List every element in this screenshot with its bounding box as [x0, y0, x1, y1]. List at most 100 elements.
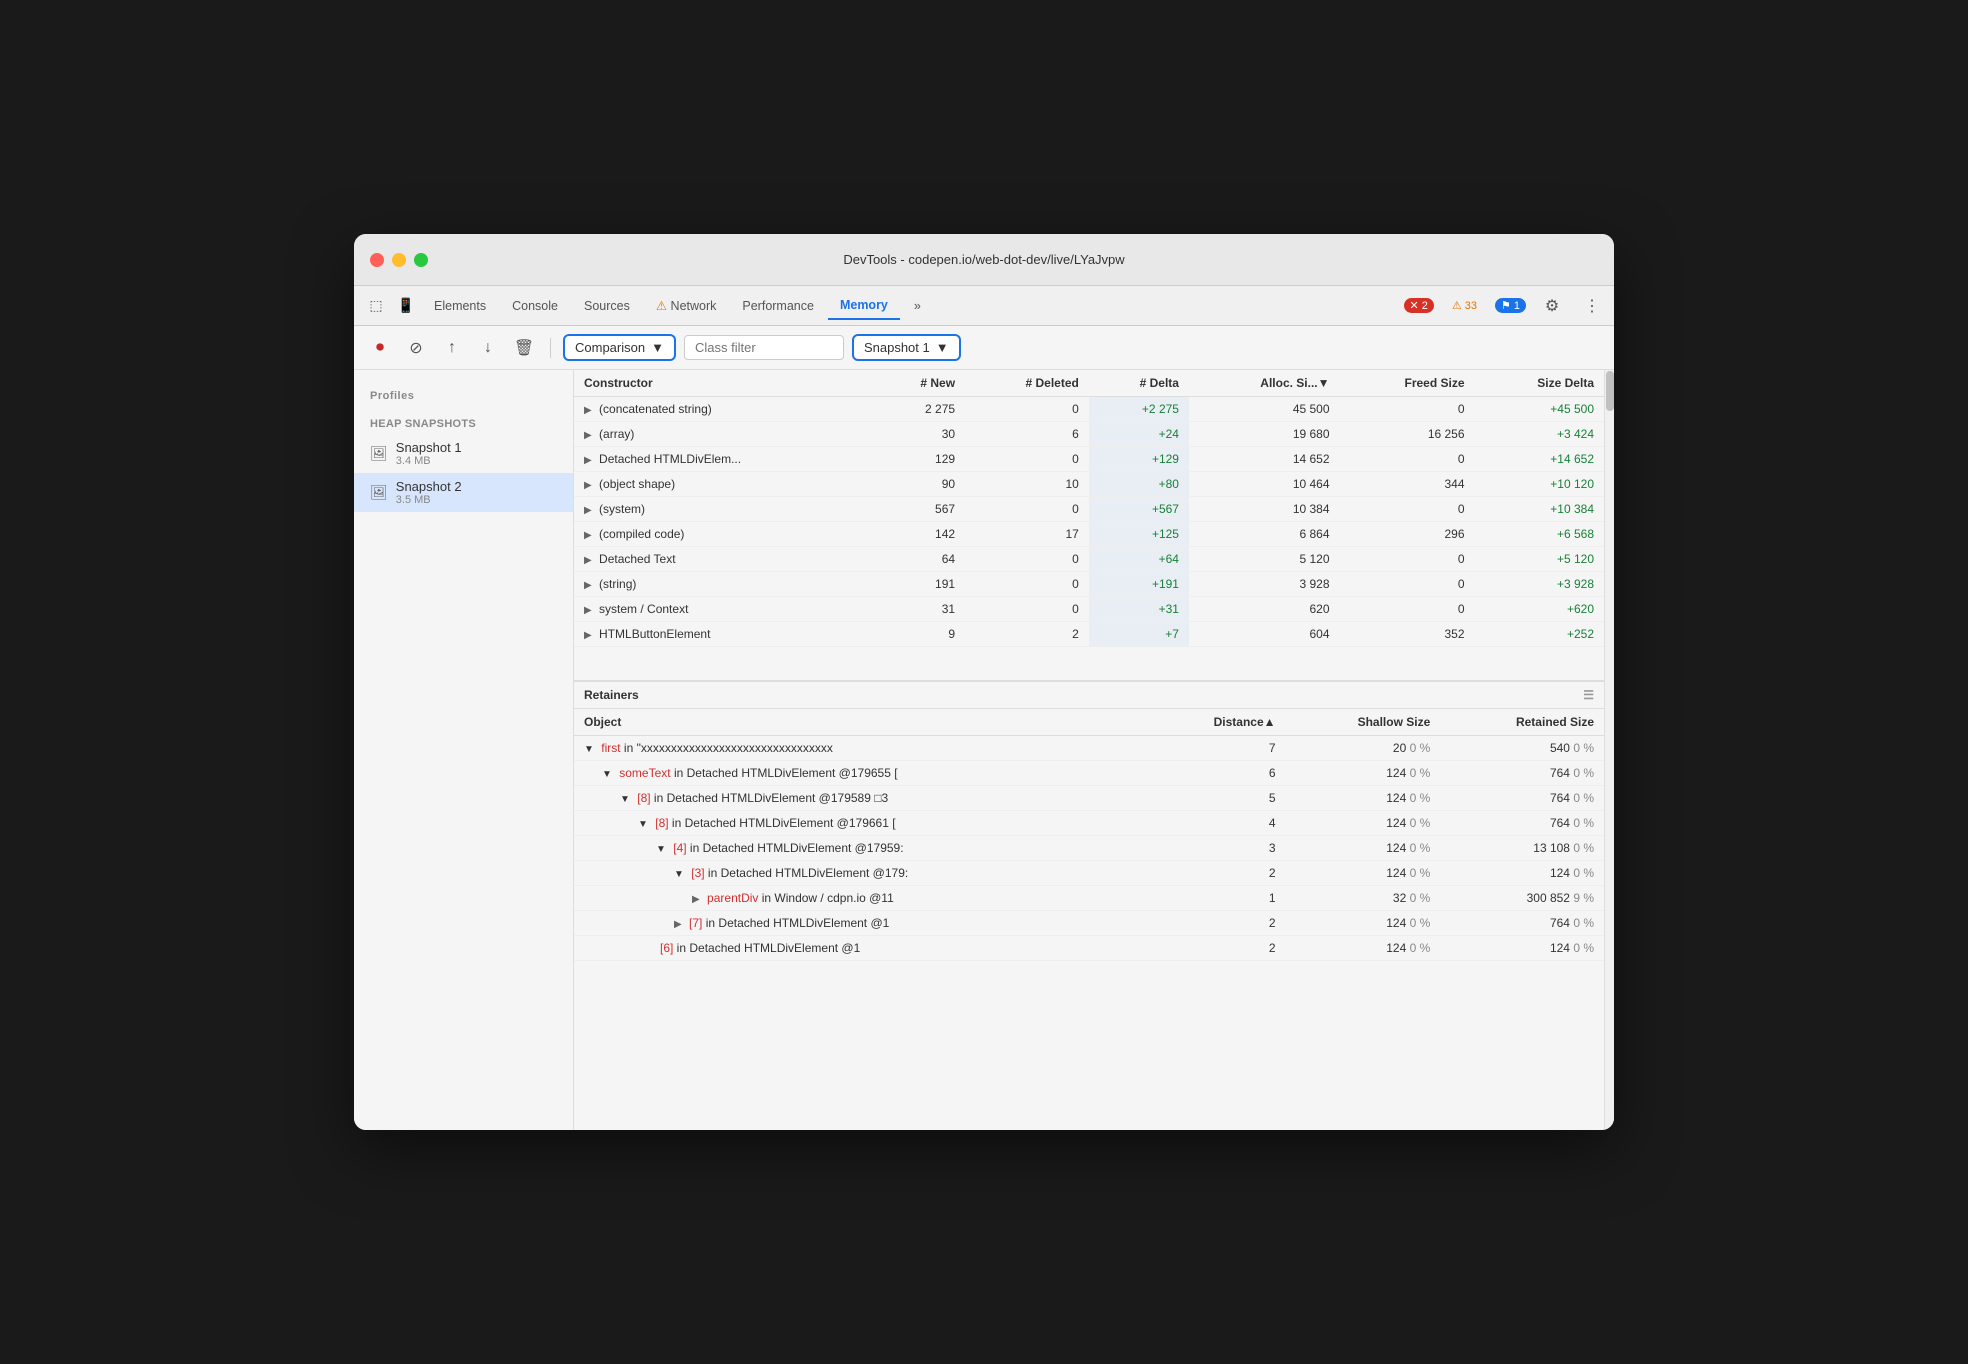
cell-deleted: 2: [965, 622, 1089, 647]
cell-size-delta: +3 424: [1475, 422, 1604, 447]
cell-constructor: ▶ (object shape): [574, 472, 873, 497]
expand-ret-icon[interactable]: ▶: [674, 919, 682, 930]
expand-ret-icon[interactable]: ▼: [638, 819, 648, 830]
tab-memory[interactable]: Memory: [828, 292, 900, 320]
cell-alloc: 45 500: [1189, 397, 1340, 422]
expand-icon[interactable]: ▶: [584, 630, 592, 641]
cell-deleted: 0: [965, 597, 1089, 622]
expand-icon[interactable]: ▶: [584, 405, 592, 416]
expand-icon[interactable]: ▶: [584, 505, 592, 516]
comparison-label: Comparison: [575, 340, 645, 355]
tab-sources[interactable]: Sources: [572, 293, 642, 319]
ret-cell-distance: 7: [1149, 736, 1286, 761]
cell-alloc: 620: [1189, 597, 1340, 622]
scrollbar-thumb[interactable]: [1606, 371, 1614, 411]
retainers-header: Retainers ☰: [574, 680, 1604, 709]
expand-ret-icon[interactable]: ▼: [620, 794, 630, 805]
cell-constructor: ▶ HTMLButtonElement: [574, 622, 873, 647]
scrollbar-track[interactable]: [1604, 370, 1614, 1130]
ret-cell-shallow: 124 0 %: [1286, 811, 1441, 836]
upload-button[interactable]: ↑: [438, 334, 466, 362]
retainers-row: ▼ first in "xxxxxxxxxxxxxxxxxxxxxxxxxxxx…: [574, 736, 1604, 761]
cell-alloc: 10 464: [1189, 472, 1340, 497]
comparison-dropdown[interactable]: Comparison ▼: [563, 334, 676, 361]
cell-deleted: 0: [965, 397, 1089, 422]
ret-keyword: someText: [619, 766, 670, 780]
ret-keyword: parentDiv: [707, 891, 758, 905]
cell-freed: 16 256: [1340, 422, 1475, 447]
ret-keyword: [8]: [655, 816, 668, 830]
cell-size-delta: +3 928: [1475, 572, 1604, 597]
cell-alloc: 19 680: [1189, 422, 1340, 447]
retainers-tbody: ▼ first in "xxxxxxxxxxxxxxxxxxxxxxxxxxxx…: [574, 736, 1604, 961]
tab-more[interactable]: »: [902, 293, 933, 319]
expand-ret-icon[interactable]: ▼: [584, 744, 594, 755]
inspect-icon[interactable]: ⬚: [362, 292, 390, 320]
ret-col-retained: Retained Size: [1440, 709, 1604, 736]
expand-ret-icon[interactable]: ▼: [656, 844, 666, 855]
expand-icon[interactable]: ▶: [584, 455, 592, 466]
expand-ret-icon[interactable]: ▼: [674, 869, 684, 880]
tab-bar-right: ✕ 2 ⚠ 33 ⚑ 1 ⚙ ⋮: [1404, 292, 1606, 320]
cell-new: 129: [873, 447, 965, 472]
ret-cell-object: ▼ [3] in Detached HTMLDivElement @179:: [574, 861, 1149, 886]
more-options-icon[interactable]: ⋮: [1578, 292, 1606, 320]
ret-cell-retained: 764 0 %: [1440, 911, 1604, 936]
settings-icon[interactable]: ⚙: [1538, 292, 1566, 320]
download-button[interactable]: ↓: [474, 334, 502, 362]
window-title: DevTools - codepen.io/web-dot-dev/live/L…: [843, 252, 1124, 267]
cell-alloc: 6 864: [1189, 522, 1340, 547]
title-bar: DevTools - codepen.io/web-dot-dev/live/L…: [354, 234, 1614, 286]
record-button[interactable]: ⏺: [366, 334, 394, 362]
tab-performance[interactable]: Performance: [730, 293, 826, 319]
col-delta: # Delta: [1089, 370, 1189, 397]
expand-icon[interactable]: ▶: [584, 530, 592, 541]
device-icon[interactable]: 📱: [392, 292, 420, 320]
expand-ret-icon[interactable]: ▶: [692, 894, 700, 905]
snapshot-icon: 🖼: [370, 445, 388, 462]
tab-network[interactable]: ⚠ Network: [644, 292, 729, 319]
col-deleted: # Deleted: [965, 370, 1089, 397]
expand-ret-icon[interactable]: ▼: [602, 769, 612, 780]
ret-cell-distance: 1: [1149, 886, 1286, 911]
expand-icon[interactable]: ▶: [584, 555, 592, 566]
retainers-section: Retainers ☰ Object Distance▲ Shallow Siz…: [574, 680, 1604, 1130]
snapshot-arrow: ▼: [936, 340, 949, 355]
ret-col-distance: Distance▲: [1149, 709, 1286, 736]
cell-size-delta: +14 652: [1475, 447, 1604, 472]
retainers-row: ▶ [7] in Detached HTMLDivElement @1 2 12…: [574, 911, 1604, 936]
expand-icon[interactable]: ▶: [584, 580, 592, 591]
cell-constructor: ▶ (concatenated string): [574, 397, 873, 422]
cell-delta: +125: [1089, 522, 1189, 547]
maximize-button[interactable]: [414, 253, 428, 267]
tab-elements[interactable]: Elements: [422, 293, 498, 319]
cell-delta: +80: [1089, 472, 1189, 497]
expand-icon[interactable]: ▶: [584, 605, 592, 616]
col-alloc: Alloc. Si...▼: [1189, 370, 1340, 397]
cell-alloc: 604: [1189, 622, 1340, 647]
expand-icon[interactable]: ▶: [584, 430, 592, 441]
cell-size-delta: +252: [1475, 622, 1604, 647]
tab-console[interactable]: Console: [500, 293, 570, 319]
close-button[interactable]: [370, 253, 384, 267]
ret-cell-shallow: 124 0 %: [1286, 761, 1441, 786]
expand-icon[interactable]: ▶: [584, 480, 592, 491]
snapshot-dropdown[interactable]: Snapshot 1 ▼: [852, 334, 961, 361]
traffic-lights: [370, 253, 428, 267]
cell-size-delta: +620: [1475, 597, 1604, 622]
snapshot-1-item[interactable]: 🖼 Snapshot 1 3.4 MB: [354, 434, 573, 473]
info-badge: ⚑ 1: [1495, 298, 1526, 313]
minimize-button[interactable]: [392, 253, 406, 267]
clear-button[interactable]: ⊘: [402, 334, 430, 362]
cell-freed: 0: [1340, 597, 1475, 622]
snapshot-2-item[interactable]: 🖼 Snapshot 2 3.5 MB: [354, 473, 573, 512]
cell-deleted: 10: [965, 472, 1089, 497]
ret-cell-retained: 764 0 %: [1440, 761, 1604, 786]
profiles-title: Profiles: [354, 386, 573, 406]
table-row: ▶ Detached Text 64 0 +64 5 120 0 +5 120: [574, 547, 1604, 572]
main-area: Profiles HEAP SNAPSHOTS 🖼 Snapshot 1 3.4…: [354, 370, 1614, 1130]
retainers-row: ▼ [3] in Detached HTMLDivElement @179: 2…: [574, 861, 1604, 886]
class-filter-input[interactable]: [684, 335, 844, 360]
ret-cell-retained: 540 0 %: [1440, 736, 1604, 761]
collect-button[interactable]: 🗑: [510, 334, 538, 362]
